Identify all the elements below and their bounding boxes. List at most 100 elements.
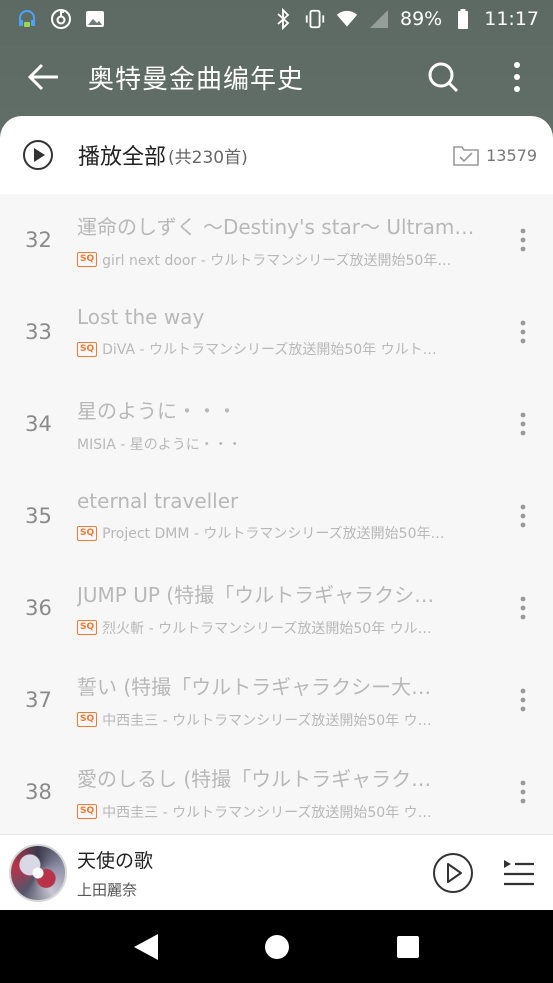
song-more-button[interactable] [493,302,553,362]
song-subtitle-row: SQ Project DMM - ウルトラマンシリーズ放送開始50年… [77,523,481,543]
headset-app-icon [16,8,38,30]
play-circle-icon [23,140,53,170]
song-title: 運命のしずく ～Destiny's star～ Ultram… [77,214,475,239]
song-more-button[interactable] [493,394,553,454]
sq-badge: SQ [77,525,98,541]
vibrate-icon [304,8,326,30]
song-index: 36 [25,596,52,620]
song-more-button[interactable] [493,486,553,546]
sq-badge: SQ [77,620,98,635]
sq-badge: SQ [77,804,98,819]
more-vertical-icon [520,412,526,436]
image-icon [84,8,106,30]
song-info: Lost the way SQ DiVA - ウルトラマンシリーズ放送開始50年… [77,305,493,359]
song-more-button[interactable] [493,210,553,270]
list-item[interactable]: 38 愛のしるし (特撮「ウルトラギャラク… SQ 中西圭三 - ウルトラマンシ… [0,746,553,834]
status-bar-left [16,8,106,30]
album-art[interactable] [9,843,67,902]
bluetooth-icon [272,8,294,30]
song-subtitle: DiVA - ウルトラマンシリーズ放送開始50年 ウルト… [102,342,437,358]
play-all-label: 播放全部 [78,145,167,170]
song-index: 37 [25,688,52,712]
sq-badge: SQ [77,252,98,267]
app-bar: 奥特曼金曲编年史 [0,38,553,116]
now-playing-title: 天使の歌 [77,849,154,872]
song-subtitle-row: SQ girl next door - ウルトラマンシリーズ放送開始50年… [77,250,481,270]
song-title: 誓い (特撮「ウルトラギャラクシー大… [77,674,432,699]
circle-home-icon [264,934,289,959]
queue-list-icon [504,859,534,885]
list-item[interactable]: 33 Lost the way SQ DiVA - ウルトラマンシリーズ放送開始… [0,286,553,378]
song-subtitle: MISIA - 星のように・・・ [77,436,242,453]
song-title: 星のように・・・ [77,398,237,423]
more-vertical-icon [520,780,526,804]
triangle-back-icon [133,933,158,960]
song-title: 愛のしるし (特撮「ウルトラギャラク… [77,766,432,791]
search-button[interactable] [421,55,465,99]
signal-icon [368,8,390,30]
song-index: 34 [25,412,52,436]
now-playing-artist: 上田麗奈 [77,880,138,899]
arrow-left-icon [27,63,58,91]
back-button[interactable] [22,55,66,99]
netease-music-icon [50,8,72,30]
song-index: 33 [25,320,52,344]
square-recents-icon [396,935,419,958]
song-info: 愛のしるし (特撮「ウルトラギャラク… SQ 中西圭三 - ウルトラマンシリーズ… [77,763,493,822]
song-title: Lost the way [77,305,205,329]
song-subtitle: girl next door - ウルトラマンシリーズ放送開始50年… [102,252,452,269]
more-vertical-icon [520,596,526,620]
search-icon [428,62,459,93]
song-subtitle-row: SQ 中西圭三 - ウルトラマンシリーズ放送開始50年 ウ… [77,802,481,822]
song-subtitle-row: SQ DiVA - ウルトラマンシリーズ放送開始50年 ウルト… [77,339,481,359]
nav-home-button[interactable] [253,923,301,971]
song-more-button[interactable] [493,762,553,822]
list-item[interactable]: 32 運命のしずく ～Destiny's star～ Ultram… SQ gi… [0,194,553,286]
multi-select-button[interactable]: 13579 [452,143,537,167]
song-subtitle-row: SQ 中西圭三 - ウルトラマンシリーズ放送開始50年 ウ… [77,710,481,730]
song-info: JUMP UP (特撮「ウルトラギャラクシ… SQ 烈火斬 - ウルトラマンシリ… [77,579,493,638]
song-list: 32 運命のしずく ～Destiny's star～ Ultram… SQ gi… [0,194,553,834]
play-circle-icon [433,852,473,893]
multi-select-count: 13579 [486,145,537,165]
song-info: 運命のしずく ～Destiny's star～ Ultram… SQ girl … [77,211,493,270]
battery-icon [452,8,474,30]
song-subtitle: Project DMM - ウルトラマンシリーズ放送開始50年… [102,526,445,542]
song-more-button[interactable] [493,578,553,638]
song-subtitle-row: MISIA - 星のように・・・ [77,434,481,454]
more-vertical-icon [520,320,526,344]
clock: 11:17 [484,8,539,30]
song-info: eternal traveller SQ Project DMM - ウルトラマ… [77,489,493,543]
list-item[interactable]: 36 JUMP UP (特撮「ウルトラギャラクシ… SQ 烈火斬 - ウルトラマ… [0,562,553,654]
page-title: 奥特曼金曲编年史 [88,64,305,95]
more-options-button[interactable] [495,55,539,99]
system-nav-bar [0,910,553,983]
more-vertical-icon [520,228,526,252]
sq-badge: SQ [77,341,98,357]
mini-player[interactable]: 天使の歌 上田麗奈 [0,834,553,910]
play-all-row[interactable]: 播放全部 (共230首) 13579 [0,116,553,194]
more-vertical-icon [520,504,526,528]
song-subtitle-row: SQ 烈火斬 - ウルトラマンシリーズ放送開始50年 ウル… [77,618,481,638]
sq-badge: SQ [77,712,98,727]
song-subtitle: 烈火斬 - ウルトラマンシリーズ放送開始50年 ウル… [102,620,432,637]
song-index: 32 [25,228,52,252]
status-bar: 89% 11:17 [0,0,553,38]
song-subtitle: 中西圭三 - ウルトラマンシリーズ放送開始50年 ウ… [102,804,432,821]
play-button[interactable] [431,851,475,895]
song-more-button[interactable] [493,670,553,730]
song-subtitle: 中西圭三 - ウルトラマンシリーズ放送開始50年 ウ… [102,712,432,729]
playlist-queue-button[interactable] [499,853,539,893]
list-item[interactable]: 34 星のように・・・ MISIA - 星のように・・・ [0,378,553,470]
folder-check-icon [453,146,479,166]
now-playing-info[interactable]: 天使の歌 上田麗奈 [77,846,431,900]
more-vertical-icon [520,688,526,712]
song-info: 誓い (特撮「ウルトラギャラクシー大… SQ 中西圭三 - ウルトラマンシリーズ… [77,671,493,730]
wifi-icon [336,8,358,30]
song-count: (共230首) [168,147,248,168]
nav-back-button[interactable] [122,923,170,971]
list-item[interactable]: 35 eternal traveller SQ Project DMM - ウル… [0,470,553,562]
song-title: JUMP UP (特撮「ウルトラギャラクシ… [77,582,435,607]
list-item[interactable]: 37 誓い (特撮「ウルトラギャラクシー大… SQ 中西圭三 - ウルトラマンシ… [0,654,553,746]
nav-recents-button[interactable] [384,923,432,971]
